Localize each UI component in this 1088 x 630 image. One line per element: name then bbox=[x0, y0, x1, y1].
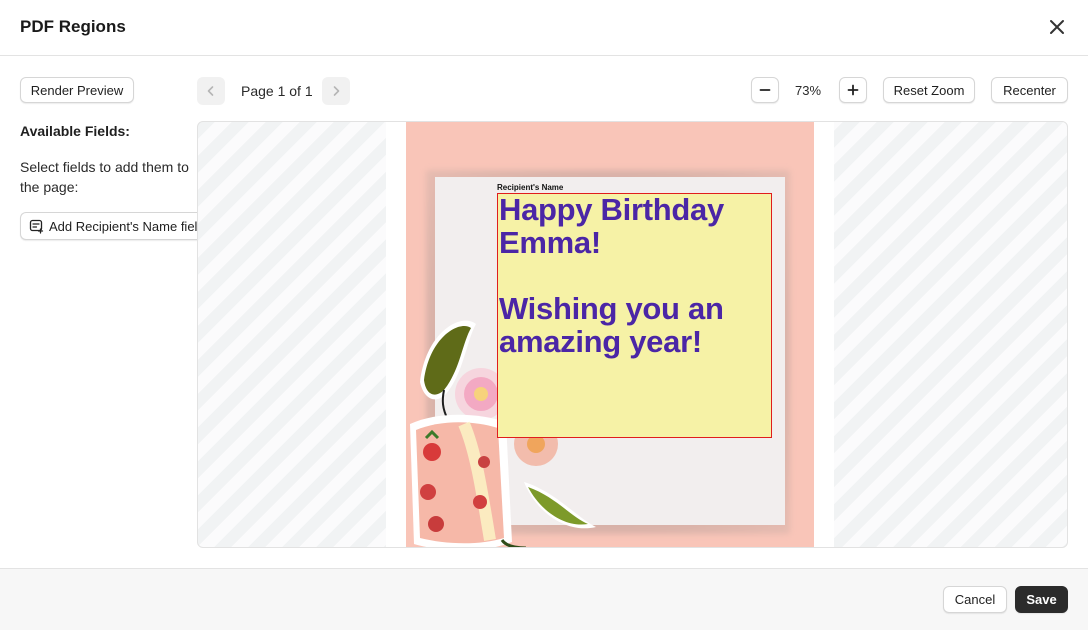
chevron-right-icon bbox=[333, 86, 340, 96]
add-text-field-icon bbox=[29, 219, 44, 234]
save-button[interactable]: Save bbox=[1015, 586, 1068, 613]
recenter-button[interactable]: Recenter bbox=[991, 77, 1068, 103]
page-indicator: Page 1 of 1 bbox=[241, 83, 313, 99]
close-icon bbox=[1050, 20, 1064, 34]
available-fields-description: Select fields to add them to the page: bbox=[20, 159, 189, 195]
render-preview-button[interactable]: Render Preview bbox=[20, 77, 134, 103]
minus-icon bbox=[759, 89, 771, 91]
chevron-left-icon bbox=[207, 86, 214, 96]
next-page-button[interactable] bbox=[322, 77, 350, 105]
recipient-name-field-region[interactable]: Happy Birthday Emma! Wishing you an amaz… bbox=[497, 193, 772, 438]
reset-zoom-button[interactable]: Reset Zoom bbox=[883, 77, 975, 103]
dialog-title: PDF Regions bbox=[20, 17, 126, 36]
zoom-out-button[interactable] bbox=[751, 77, 779, 103]
zoom-in-button[interactable] bbox=[839, 77, 867, 103]
pdf-canvas[interactable]: Recipient's Name Happy Birthday Emma! Wi… bbox=[197, 121, 1068, 548]
dialog-header: PDF Regions bbox=[0, 0, 1088, 56]
available-fields-heading: Available Fields: bbox=[20, 123, 130, 139]
cancel-button[interactable]: Cancel bbox=[943, 586, 1007, 613]
add-recipient-name-field-button[interactable]: Add Recipient's Name field bbox=[20, 212, 198, 240]
previous-page-button[interactable] bbox=[197, 77, 225, 105]
add-field-label: Add Recipient's Name field bbox=[49, 218, 198, 234]
plus-icon bbox=[847, 84, 859, 96]
zoom-level: 73% bbox=[794, 83, 822, 98]
field-preview-text: Happy Birthday Emma! Wishing you an amaz… bbox=[499, 192, 724, 359]
dialog-footer bbox=[0, 568, 1088, 630]
close-button[interactable] bbox=[1046, 16, 1068, 38]
field-label: Recipient's Name bbox=[497, 183, 564, 192]
